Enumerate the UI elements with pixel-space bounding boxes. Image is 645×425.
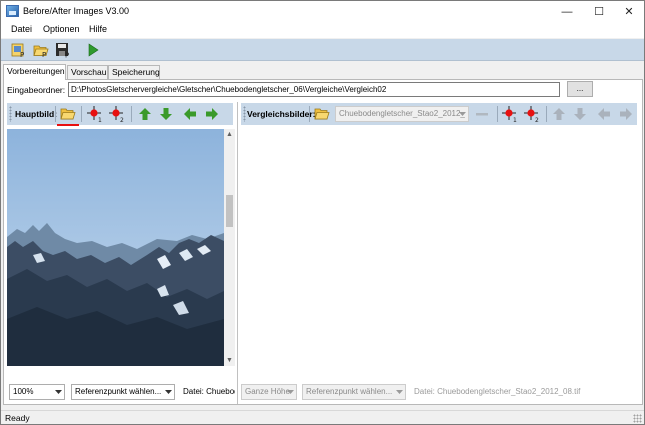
toolbar-separator <box>81 106 82 122</box>
reference-point-select-value: Referenzpunkt wählen... <box>75 387 162 396</box>
chevron-down-icon <box>395 388 403 396</box>
toolbar-separator <box>55 106 56 122</box>
menu-bar: Datei Optionen Hilfe <box>1 22 644 38</box>
svg-text:2: 2 <box>535 117 539 123</box>
scroll-down-icon[interactable]: ▼ <box>224 355 235 366</box>
browse-button[interactable]: ... <box>567 81 593 97</box>
app-icon <box>6 5 19 17</box>
tab-speicherung[interactable]: Speicherung <box>108 65 160 79</box>
tab-vorschau[interactable]: Vorschau <box>67 65 108 79</box>
chevron-down-icon <box>54 388 62 396</box>
main-image-file-label: Datei: Chuebod <box>183 387 235 396</box>
chevron-down-icon <box>286 388 294 396</box>
reference-point-2-icon[interactable]: 2 <box>108 105 126 123</box>
remove-compare-image-icon[interactable] <box>473 105 491 123</box>
chevron-down-icon <box>458 110 466 118</box>
input-folder-label: Eingabeordner: <box>7 85 66 95</box>
open-compare-image-icon[interactable] <box>313 105 331 123</box>
mountain-photo <box>7 129 224 366</box>
arrow-left-icon[interactable] <box>181 105 199 123</box>
compare-zoom-select-value: Ganze Höhe <box>245 387 290 396</box>
main-toolbar: P P P <box>1 39 644 61</box>
status-bar: Ready <box>1 410 644 424</box>
scrollbar-thumb[interactable] <box>226 195 233 227</box>
toolbar-separator <box>309 106 310 122</box>
open-image-icon[interactable] <box>57 105 79 126</box>
toolbar-grip <box>243 106 246 122</box>
save-project-icon[interactable]: P <box>54 41 72 59</box>
compare-images-label: Vergleichsbilder: <box>247 109 316 119</box>
menu-hilfe[interactable]: Hilfe <box>89 24 107 34</box>
compare-reference-point-select-value: Referenzpunkt wählen... <box>306 387 393 396</box>
new-project-icon[interactable]: P <box>10 41 28 59</box>
compare-image-select[interactable]: Chuebodengletscher_Stao2_2012_ <box>335 106 469 122</box>
compare-image-view[interactable] <box>240 127 640 377</box>
reference-point-1-icon[interactable]: 1 <box>86 105 104 123</box>
toolbar-grip <box>9 106 12 122</box>
compare-images-toolbar: Vergleichsbilder: Chuebodengletscher_Sta… <box>241 103 637 125</box>
compare-arrow-right-icon[interactable] <box>617 105 635 123</box>
svg-text:P: P <box>20 51 24 58</box>
zoom-select[interactable]: 100% <box>9 384 65 400</box>
toolbar-separator <box>497 106 498 122</box>
compare-reference-point-select[interactable]: Referenzpunkt wählen... <box>302 384 406 400</box>
compare-zoom-select[interactable]: Ganze Höhe <box>241 384 297 400</box>
input-folder-field[interactable]: D:\PhotosGletschervergleiche\Gletscher\C… <box>68 82 560 97</box>
toolbar-separator <box>131 106 132 122</box>
window-title: Before/After Images V3.00 <box>23 6 130 16</box>
maximize-button[interactable]: ☐ <box>583 1 615 22</box>
minimize-button[interactable]: — <box>551 1 583 22</box>
arrow-right-icon[interactable] <box>203 105 221 123</box>
compare-arrow-left-icon[interactable] <box>595 105 613 123</box>
compare-image-file-label: Datei: Chuebodengletscher_Stao2_2012_08.… <box>414 387 581 396</box>
arrow-down-icon[interactable] <box>157 105 175 123</box>
compare-reference-point-1-icon[interactable]: 1 <box>501 105 519 123</box>
run-icon[interactable] <box>84 41 102 59</box>
app-window: Before/After Images V3.00 — ☐ ✕ Datei Op… <box>0 0 645 425</box>
toolbar-separator <box>546 106 547 122</box>
status-text: Ready <box>5 413 30 423</box>
svg-text:1: 1 <box>98 117 102 123</box>
resize-grip-icon[interactable] <box>633 414 642 423</box>
svg-text:2: 2 <box>120 117 124 123</box>
chevron-down-icon <box>164 388 172 396</box>
compare-arrow-down-icon[interactable] <box>571 105 589 123</box>
menu-datei[interactable]: Datei <box>11 24 32 34</box>
arrow-up-icon[interactable] <box>136 105 154 123</box>
title-bar: Before/After Images V3.00 — ☐ ✕ <box>1 1 644 22</box>
tab-vorbereitungen[interactable]: Vorbereitungen <box>3 64 66 80</box>
reference-point-select[interactable]: Referenzpunkt wählen... <box>71 384 175 400</box>
main-image-view[interactable] <box>7 129 224 366</box>
svg-text:P: P <box>42 51 46 58</box>
menu-optionen[interactable]: Optionen <box>43 24 80 34</box>
close-button[interactable]: ✕ <box>613 1 645 22</box>
scroll-up-icon[interactable]: ▲ <box>224 129 235 140</box>
svg-text:P: P <box>65 52 69 59</box>
main-image-toolbar: Hauptbild: 1 2 <box>7 103 233 126</box>
open-project-icon[interactable]: P <box>32 41 50 59</box>
compare-image-select-value: Chuebodengletscher_Stao2_2012_ <box>339 109 465 118</box>
main-image-scrollbar[interactable]: ▲ ▼ <box>224 129 235 366</box>
zoom-select-value: 100% <box>13 387 34 396</box>
panel-splitter[interactable] <box>237 102 238 404</box>
svg-text:1: 1 <box>513 117 517 123</box>
main-image-label: Hauptbild: <box>15 109 58 119</box>
compare-reference-point-2-icon[interactable]: 2 <box>523 105 541 123</box>
compare-arrow-up-icon[interactable] <box>550 105 568 123</box>
